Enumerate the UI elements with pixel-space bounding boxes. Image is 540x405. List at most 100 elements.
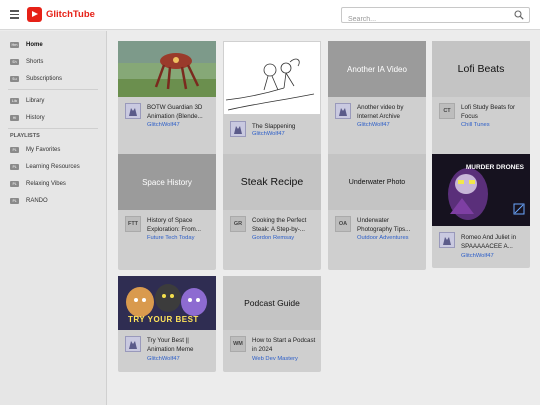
video-title[interactable]: Lofi Study Beats for Focus xyxy=(461,103,527,121)
app-name: GlitchTube xyxy=(46,9,95,20)
home-icon: Hm xyxy=(10,41,19,48)
channel-name[interactable]: GlitchWolf47 xyxy=(252,131,318,137)
video-card[interactable]: TRY YOUR BEST Try Your Best || Animation… xyxy=(118,276,216,372)
channel-avatar[interactable] xyxy=(335,103,351,119)
wolf-avatar-icon xyxy=(336,104,350,118)
sidebar-item-my-favorites[interactable]: PL My Favorites xyxy=(0,141,106,158)
video-thumbnail[interactable]: Another IA Video xyxy=(328,41,426,97)
channel-name[interactable]: Gordon Remsay xyxy=(252,235,318,241)
thumbnail-text: Another IA Video xyxy=(347,64,407,74)
guardian-thumbnail-image xyxy=(118,41,216,97)
channel-name[interactable]: Web Dev Mastery xyxy=(252,356,318,362)
sidebar-item-subscriptions[interactable]: Su Subscriptions xyxy=(0,70,106,87)
playlists-heading: PLAYLISTS xyxy=(10,133,40,139)
video-title[interactable]: Underwater Photography Tips... xyxy=(357,216,423,234)
sidebar: Hm Home Sh Shorts Su Subscriptions Lib L… xyxy=(0,31,107,405)
video-title[interactable]: Another video by Internet Archive xyxy=(357,103,423,121)
sidebar-item-learning-resources[interactable]: PL Learning Resources xyxy=(0,158,106,175)
channel-name[interactable]: GlitchWolf47 xyxy=(147,122,213,128)
channel-name[interactable]: GlitchWolf47 xyxy=(357,122,423,128)
video-thumbnail[interactable]: MURDER DRONES xyxy=(432,154,530,226)
channel-name[interactable]: GlitchWolf47 xyxy=(147,356,213,362)
video-thumbnail[interactable]: Space History xyxy=(118,154,216,210)
thumbnail-text: Steak Recipe xyxy=(240,176,304,188)
thumbnail-text: MURDER DRONES xyxy=(465,164,524,171)
video-title[interactable]: Romeo And Juliet in SPAAAAACEE A... xyxy=(461,233,527,251)
video-title[interactable]: Try Your Best || Animation Meme xyxy=(147,336,213,354)
channel-avatar[interactable] xyxy=(125,336,141,352)
video-thumbnail[interactable] xyxy=(223,41,321,115)
play-logo-icon xyxy=(27,7,42,22)
thumbnail-text: Underwater Photo xyxy=(348,178,406,186)
video-title[interactable]: How to Start a Podcast in 2024 xyxy=(252,336,318,354)
sidebar-divider xyxy=(8,89,98,90)
video-card[interactable]: Steak Recipe GR Cooking the Perfect Stea… xyxy=(223,154,321,270)
channel-avatar[interactable] xyxy=(230,121,246,137)
playlist-icon: PL xyxy=(10,146,19,153)
sidebar-item-relaxing-vibes[interactable]: PL Relaxing Vibes xyxy=(0,175,106,192)
video-card[interactable]: Underwater Photo OA Underwater Photograp… xyxy=(328,154,426,270)
wolf-avatar-icon xyxy=(126,104,140,118)
thumbnail-text: Lofi Beats xyxy=(457,63,505,75)
sidebar-item-library[interactable]: Lib Library xyxy=(0,92,106,109)
video-card[interactable]: Space History FTT History of Space Explo… xyxy=(118,154,216,270)
hamburger-menu-icon[interactable] xyxy=(10,10,19,19)
history-icon: Hi xyxy=(10,114,19,121)
thumbnail-text: Space History xyxy=(142,177,192,187)
sidebar-item-label: History xyxy=(26,114,45,121)
channel-avatar[interactable]: OA xyxy=(335,216,351,232)
video-card[interactable]: Podcast Guide WM How to Start a Podcast … xyxy=(223,276,321,372)
channel-avatar[interactable] xyxy=(439,232,455,248)
video-card[interactable]: The Slappening GlitchWolf47 xyxy=(223,41,321,157)
sidebar-item-home[interactable]: Hm Home xyxy=(0,36,106,53)
sidebar-item-label: Home xyxy=(26,41,43,48)
thumbnail-text: TRY YOUR BEST xyxy=(128,315,199,324)
search-icon[interactable] xyxy=(514,10,524,20)
video-title[interactable]: History of Space Exploration: From... xyxy=(147,216,213,234)
slappening-sketch-image xyxy=(225,58,315,111)
channel-name[interactable]: Future Tech Today xyxy=(147,235,213,241)
sidebar-item-label: My Favorites xyxy=(26,146,61,153)
playlist-icon: PL xyxy=(10,163,19,170)
channel-avatar[interactable]: CT xyxy=(439,103,455,119)
video-thumbnail[interactable]: Underwater Photo xyxy=(328,154,426,210)
playlist-icon: PL xyxy=(10,180,19,187)
sidebar-item-label: Learning Resources xyxy=(26,163,80,170)
top-bar: GlitchTube xyxy=(0,0,540,30)
sidebar-item-shorts[interactable]: Sh Shorts xyxy=(0,53,106,70)
search-box xyxy=(341,7,530,27)
sidebar-item-label: Library xyxy=(26,97,45,104)
video-thumbnail[interactable]: Lofi Beats xyxy=(432,41,530,97)
sidebar-item-rando[interactable]: PL RANDO xyxy=(0,192,106,209)
sidebar-item-label: RANDO xyxy=(26,197,48,204)
video-title[interactable]: Cooking the Perfect Steak: A Step-by-... xyxy=(252,216,318,234)
channel-name[interactable]: GlitchWolf47 xyxy=(461,253,527,259)
playlist-icon: PL xyxy=(10,197,19,204)
video-title[interactable]: The Slappening xyxy=(252,122,318,131)
subscriptions-icon: Su xyxy=(10,75,19,82)
video-card[interactable]: Lofi Beats CT Lofi Study Beats for Focus… xyxy=(432,41,530,157)
wolf-avatar-icon xyxy=(231,122,245,136)
sidebar-item-label: Relaxing Vibes xyxy=(26,180,66,187)
video-thumbnail[interactable] xyxy=(118,41,216,97)
channel-avatar[interactable]: FTT xyxy=(125,216,141,232)
wolf-avatar-icon xyxy=(440,233,454,247)
channel-name[interactable]: Chill Tunes xyxy=(461,122,527,128)
wolf-avatar-icon xyxy=(126,337,140,351)
video-title[interactable]: BOTW Guardian 3D Animation (Blende... xyxy=(147,103,213,121)
video-thumbnail[interactable]: TRY YOUR BEST xyxy=(118,276,216,330)
shorts-icon: Sh xyxy=(10,58,19,65)
sidebar-item-history[interactable]: Hi History xyxy=(0,109,106,126)
sidebar-item-label: Subscriptions xyxy=(26,75,63,82)
channel-name[interactable]: Outdoor Adventures xyxy=(357,235,423,241)
video-card[interactable]: Another IA Video Another video by Intern… xyxy=(328,41,426,157)
video-card[interactable]: BOTW Guardian 3D Animation (Blende... Gl… xyxy=(118,41,216,157)
search-input[interactable] xyxy=(342,12,507,27)
app-logo[interactable]: GlitchTube xyxy=(27,7,95,22)
video-thumbnail[interactable]: Steak Recipe xyxy=(223,154,321,210)
channel-avatar[interactable] xyxy=(125,103,141,119)
channel-avatar[interactable]: WM xyxy=(230,336,246,352)
video-card[interactable]: MURDER DRONES Romeo And Juliet in SPAAAA… xyxy=(432,154,530,268)
channel-avatar[interactable]: GR xyxy=(230,216,246,232)
video-thumbnail[interactable]: Podcast Guide xyxy=(223,276,321,330)
